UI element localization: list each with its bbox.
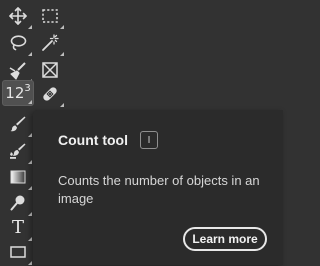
marquee-icon	[40, 6, 60, 26]
shortcut-key-badge: I	[139, 131, 158, 149]
dodge-tool[interactable]	[3, 189, 33, 217]
lasso-icon	[8, 33, 28, 53]
gradient-icon	[8, 167, 28, 187]
dodge-icon	[8, 193, 28, 213]
tool-tooltip: Count tool I Counts the number of object…	[33, 110, 283, 265]
tooltip-header: Count tool I	[58, 131, 158, 149]
magic-wand-tool[interactable]	[35, 29, 65, 57]
clone-brush-icon	[8, 141, 28, 161]
type-icon: T	[11, 217, 24, 238]
brush-icon	[8, 114, 28, 134]
clone-stamp-tool[interactable]	[3, 137, 33, 165]
tooltip-description: Counts the number of objects in an image	[58, 173, 260, 206]
gradient-tool[interactable]	[3, 163, 33, 191]
count-icon: 123	[5, 82, 31, 102]
eyedropper-icon	[8, 60, 28, 80]
more-tools-indicator	[60, 103, 64, 107]
bandage-icon	[40, 84, 60, 104]
move-icon	[8, 6, 28, 26]
move-tool[interactable]	[3, 2, 33, 30]
rectangle-icon	[8, 242, 28, 262]
frame-icon	[40, 60, 60, 80]
rectangular-marquee-tool[interactable]	[35, 2, 65, 30]
more-tools-indicator	[28, 100, 32, 104]
count-tool[interactable]: 123	[2, 80, 34, 106]
healing-brush-tool[interactable]	[35, 80, 65, 108]
lasso-tool[interactable]	[3, 29, 33, 57]
rectangle-tool[interactable]	[3, 238, 33, 266]
learn-more-button[interactable]: Learn more	[183, 227, 267, 251]
brush-tool[interactable]	[3, 110, 33, 138]
tooltip-title: Count tool	[58, 132, 128, 148]
magic-wand-icon	[40, 33, 60, 53]
more-tools-indicator	[28, 261, 32, 265]
